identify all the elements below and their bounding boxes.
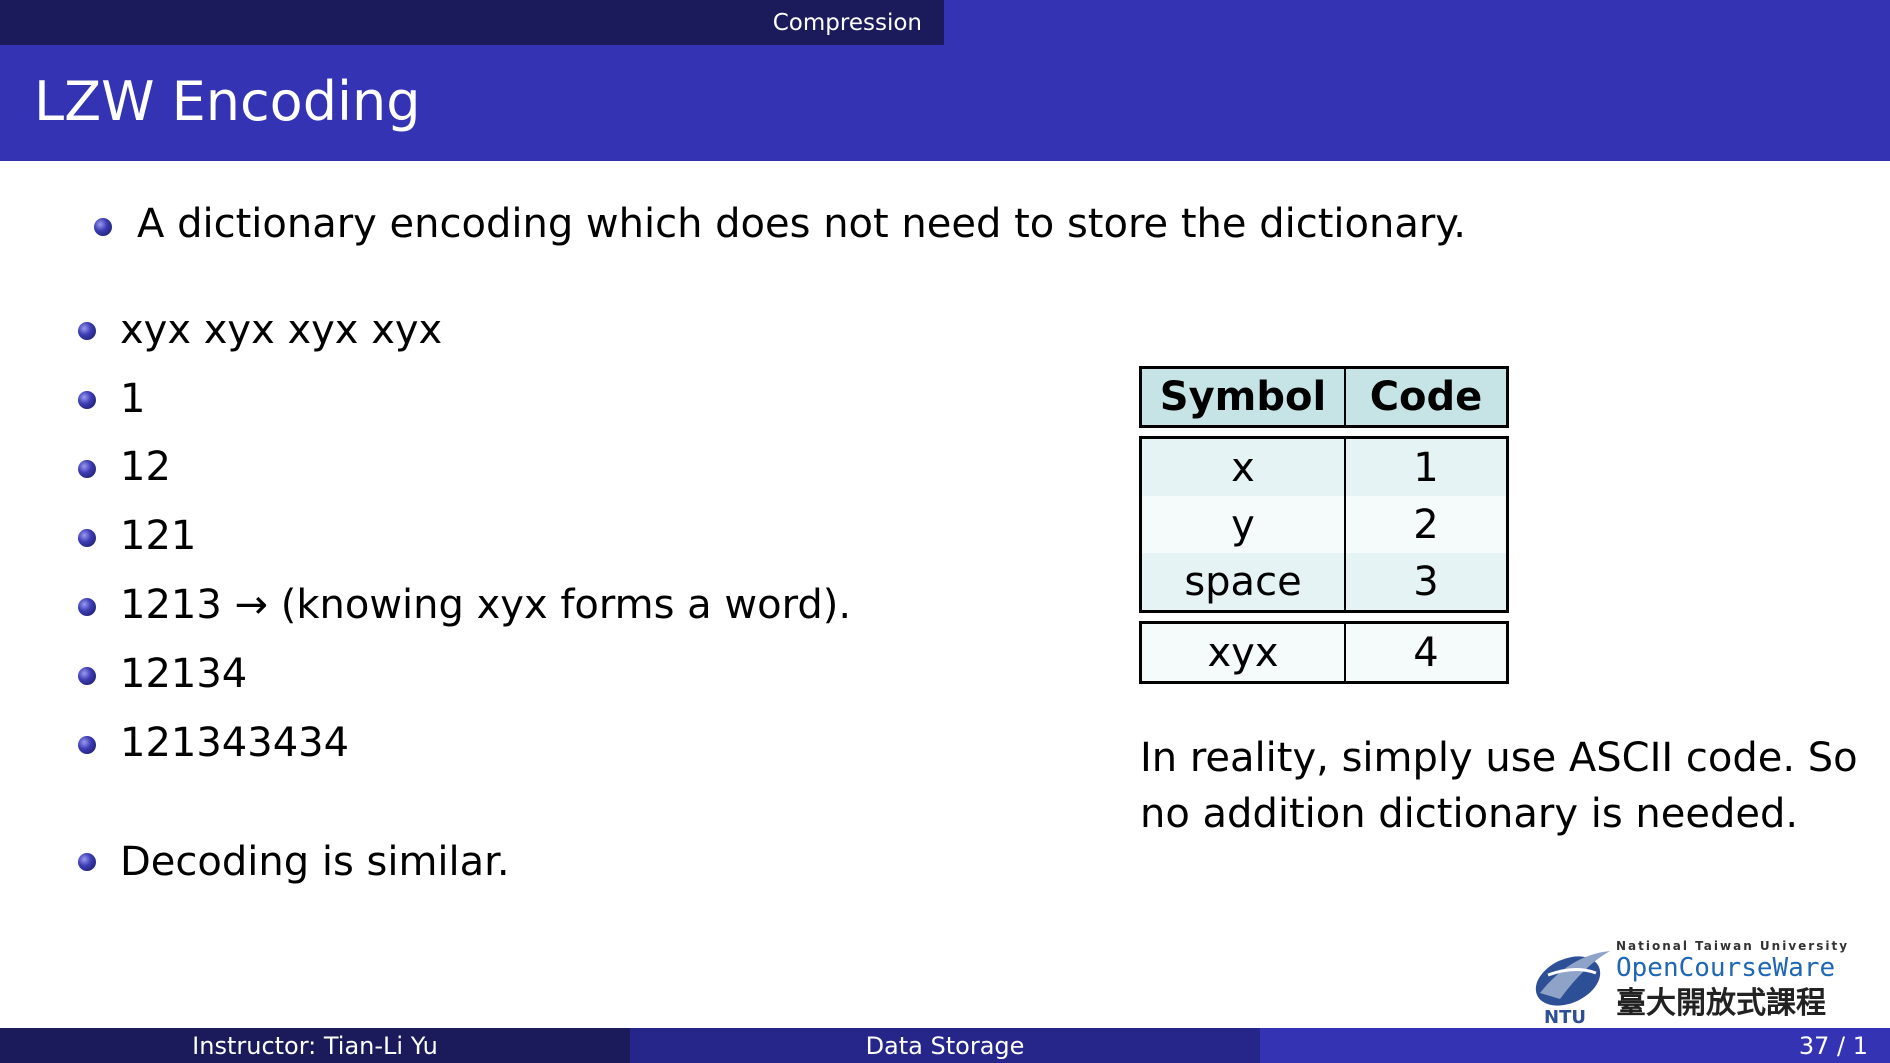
step-item: 1213 → (knowing xyx forms a word). <box>120 582 852 628</box>
intro-text: A dictionary encoding which does not nee… <box>137 201 1466 247</box>
bullet-icon <box>78 529 96 547</box>
table-header-code: Code <box>1369 374 1483 420</box>
symbol-cell: xyx <box>1142 624 1346 681</box>
table-body: x 1 y 2 space 3 <box>1139 436 1509 613</box>
ntu-ocw-logo: NTU National Taiwan University OpenCours… <box>1535 939 1849 1025</box>
code-cell: 2 <box>1413 501 1439 548</box>
step-item: 121343434 <box>120 720 350 766</box>
step-item: 121 <box>120 513 197 559</box>
top-bar: Compression <box>0 0 1890 45</box>
footer-instructor: Instructor: Tian-Li Yu <box>0 1028 630 1063</box>
footer-page-number: 37 / 1 <box>1260 1028 1890 1063</box>
logo-line2: OpenCourseWare <box>1616 953 1835 983</box>
bullet-icon <box>78 391 96 409</box>
table-row: x 1 <box>1142 439 1506 496</box>
symbol-cell: space <box>1142 553 1346 610</box>
logo-line3: 臺大開放式課程 <box>1616 986 1826 1021</box>
closing-text: Decoding is similar. <box>120 839 510 885</box>
table-row: y 2 <box>1142 496 1506 553</box>
step-item: xyx xyx xyx xyx <box>120 307 443 353</box>
logo-line1: National Taiwan University <box>1616 939 1849 953</box>
bullet-icon <box>78 460 96 478</box>
slide-title: LZW Encoding <box>34 70 421 133</box>
code-cell: 1 <box>1413 444 1439 491</box>
symbol-cell: x <box>1142 439 1346 496</box>
step-item: 12134 <box>120 651 248 697</box>
logo-badge: NTU <box>1544 1007 1586 1025</box>
table-row: space 3 <box>1142 553 1506 610</box>
table-header-row: Symbol Code <box>1139 366 1509 428</box>
footer-course: Data Storage <box>630 1028 1260 1063</box>
symbol-cell: y <box>1142 496 1346 553</box>
code-cell: 3 <box>1413 558 1439 605</box>
bullet-icon <box>78 598 96 616</box>
bullet-icon <box>78 736 96 754</box>
table-header-symbol: Symbol <box>1142 369 1346 425</box>
top-bar-fill <box>944 0 1890 45</box>
step-item: 1 <box>120 376 146 422</box>
ascii-note: In reality, simply use ASCII code. So no… <box>1140 735 1858 837</box>
bullet-icon <box>78 853 96 871</box>
bullet-icon <box>78 322 96 340</box>
bullet-icon <box>94 218 112 236</box>
code-cell: 4 <box>1413 629 1439 676</box>
section-link[interactable]: Compression <box>773 10 922 36</box>
step-item: 12 <box>120 444 171 490</box>
table-row: xyx 4 <box>1142 624 1506 681</box>
bullet-icon <box>78 667 96 685</box>
section-nav: Compression <box>0 0 944 45</box>
table-extra-section: xyx 4 <box>1139 621 1509 684</box>
dictionary-table: Symbol Code x 1 y 2 space 3 xyx 4 <box>1139 366 1509 684</box>
footer-bar: Instructor: Tian-Li Yu Data Storage 37 /… <box>0 1028 1890 1063</box>
globe-icon <box>1535 951 1610 1006</box>
title-banner: LZW Encoding <box>0 45 1890 161</box>
